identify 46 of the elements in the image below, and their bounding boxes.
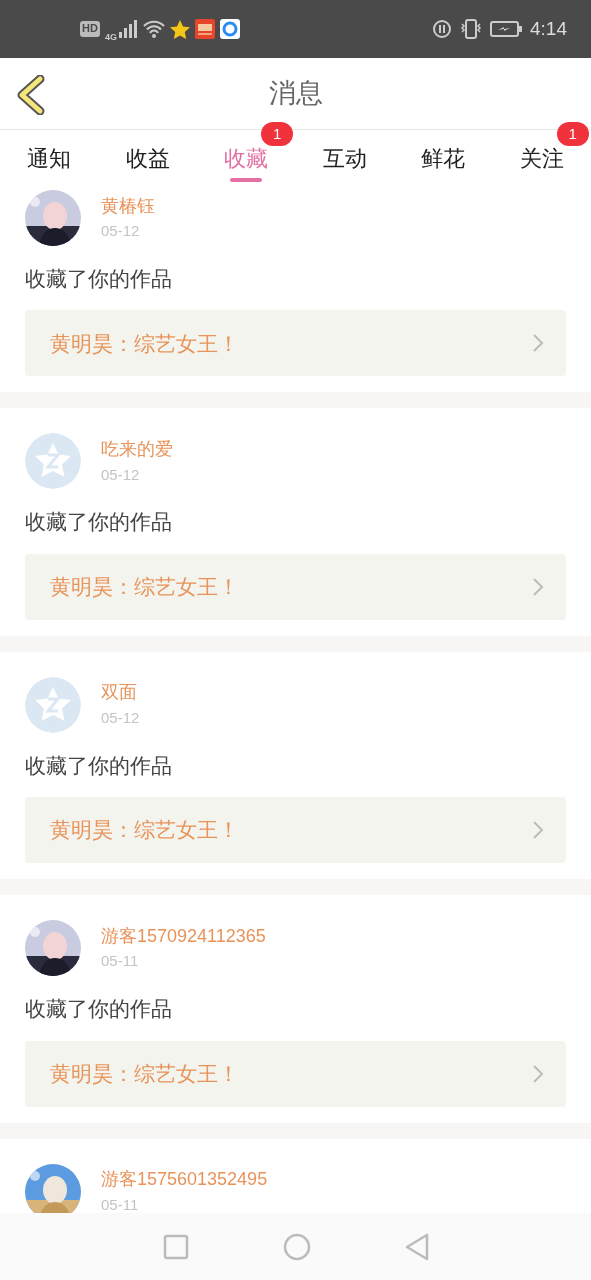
count-badge: 1 [556, 122, 589, 146]
chevron-right-icon [532, 576, 544, 597]
signal-icon [117, 20, 138, 38]
network-type: 4G [104, 33, 117, 42]
tab[interactable]: 互动 [322, 130, 367, 180]
browser-icon [219, 19, 240, 39]
vibrate-icon [460, 18, 482, 40]
message-text: 收藏了你的作品 [25, 509, 173, 536]
back-icon[interactable] [16, 75, 46, 115]
chevron-right-icon [532, 333, 544, 354]
back-nav-icon[interactable] [404, 1232, 429, 1261]
work-link[interactable]: 黄明昊：综艺女王！ [25, 310, 566, 377]
message-date: 05-11 [101, 1195, 140, 1213]
chevron-right-icon [532, 820, 544, 841]
home-icon[interactable] [282, 1232, 311, 1261]
user-name[interactable]: 黄椿钰 [101, 195, 155, 218]
hd-indicator: HD [80, 21, 100, 37]
tab[interactable]: 通知 [27, 130, 72, 180]
user-name[interactable]: 游客1570924112365 [101, 925, 266, 948]
user-name[interactable]: 吃来的爱 [101, 439, 173, 461]
clock: 4:14 [530, 16, 567, 41]
count-badge: 1 [261, 122, 294, 146]
tab[interactable]: 鲜花 [421, 130, 466, 180]
page-title: 消息 [268, 77, 323, 111]
star-icon [169, 19, 190, 39]
message-text: 收藏了你的作品 [25, 266, 173, 292]
work-link[interactable]: 黄明昊：综艺女王！ [25, 797, 566, 864]
wifi-icon [142, 20, 165, 38]
tab-underline [230, 178, 263, 182]
message-date: 05-11 [101, 952, 140, 971]
tab[interactable]: 收益 [125, 130, 170, 180]
app-icon [194, 19, 215, 39]
message-date: 05-12 [101, 465, 141, 484]
message-date: 05-12 [101, 222, 141, 241]
message-text: 收藏了你的作品 [25, 752, 173, 779]
recents-icon[interactable] [162, 1233, 189, 1260]
work-link[interactable]: 黄明昊：综艺女王！ [25, 553, 566, 620]
work-link[interactable]: 黄明昊：综艺女王！ [25, 1040, 566, 1107]
message-text: 收藏了你的作品 [25, 996, 173, 1023]
battery-icon [490, 21, 522, 37]
default-avatar-icon [25, 676, 81, 733]
default-avatar-icon [25, 433, 81, 490]
user-name[interactable]: 双面 [101, 682, 140, 705]
user-name[interactable]: 游客1575601352495 [101, 1169, 268, 1191]
chevron-right-icon [532, 1063, 544, 1084]
message-date: 05-12 [101, 709, 140, 728]
